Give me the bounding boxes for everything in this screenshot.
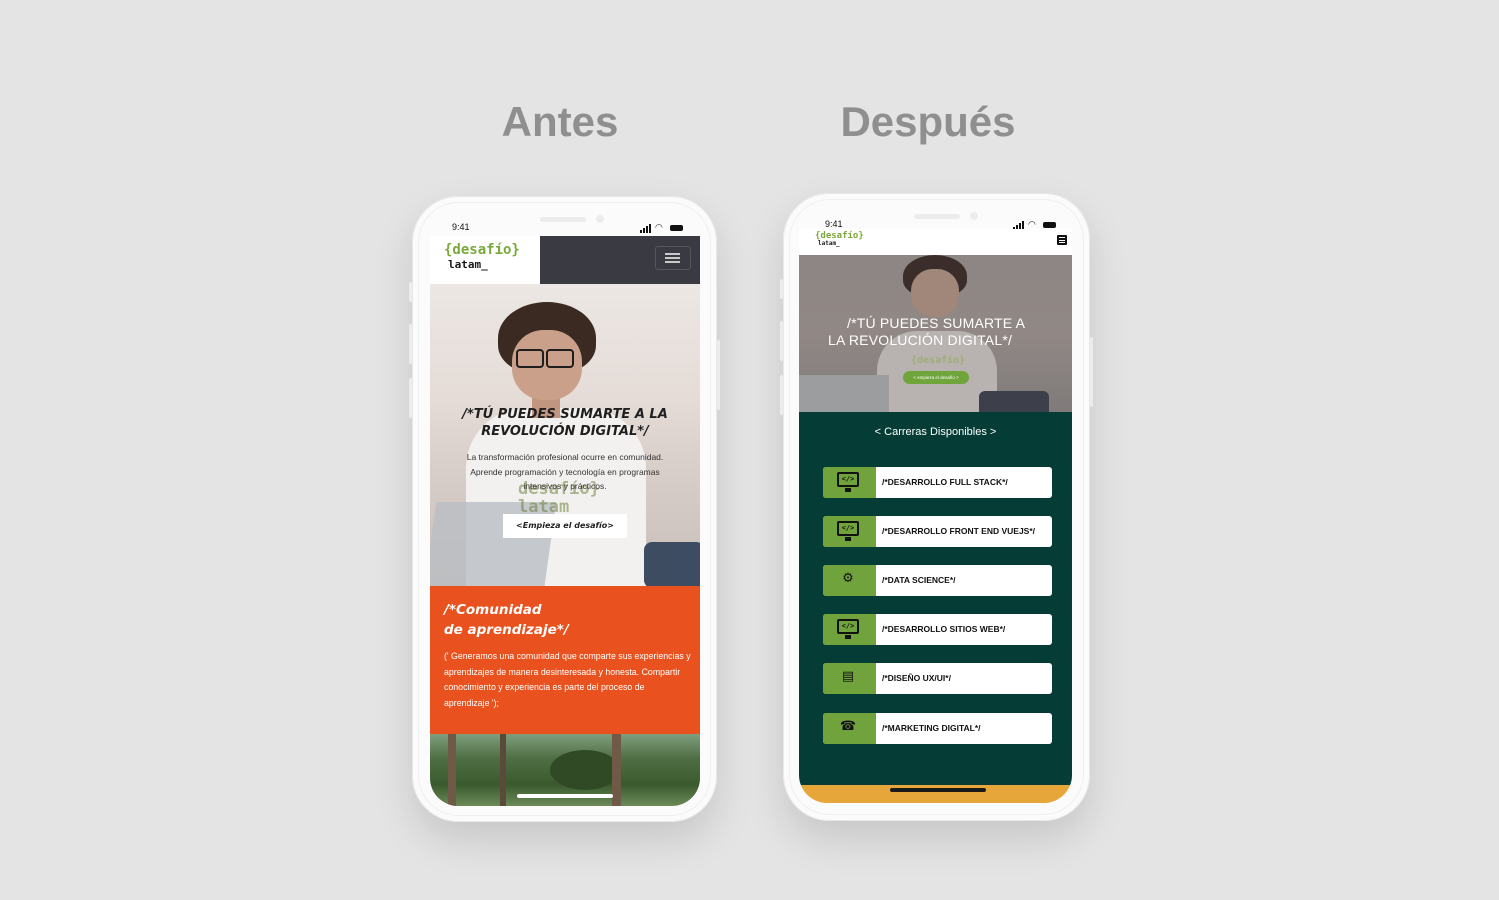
speaker <box>914 214 960 219</box>
career-item-full-stack[interactable]: </> /*DESARROLLO FULL STACK*/ <box>823 467 1052 498</box>
site-header: {desafío} latam_ <box>430 236 700 284</box>
antes-screen: {desafío} latam_ desafío} latam_ /*TÚ PU… <box>430 236 700 806</box>
logo-text-top: {desafío} <box>444 242 520 258</box>
careers-section: < Carreras Disponibles > </> /*DESARROLL… <box>799 412 1072 785</box>
despues-screen: {desafío} /*TÚ PUEDES SUMARTE A LA REVOL… <box>799 251 1072 803</box>
wifi-icon: ◠ <box>1027 219 1037 229</box>
home-indicator[interactable] <box>890 788 986 792</box>
monitor-code-icon: </> <box>823 516 876 547</box>
despues-phone-mockup: 9:41 ◠ {desafío} latam_ {desafío} /*TÚ P… <box>780 193 1093 821</box>
hero-section: desafío} latam_ /*TÚ PUEDES SUMARTE A LA… <box>430 284 700 592</box>
battery-icon <box>1042 222 1056 229</box>
antes-heading: Antes <box>501 98 619 145</box>
start-challenge-button[interactable]: <Empieza el desafío> <box>503 514 627 538</box>
signal-icon <box>640 224 652 233</box>
ux-design-icon: ▤ <box>823 663 876 694</box>
careers-title: < Carreras Disponibles > <box>874 426 997 438</box>
hamburger-menu-icon[interactable] <box>1057 235 1067 245</box>
status-time: 9:41 <box>452 222 470 232</box>
antes-phone-mockup: 9:41 ◠ {desafío} latam_ desafío} latam_ … <box>409 196 720 822</box>
career-item-front-end-vuejs[interactable]: </> /*DESARROLLO FRONT END VUEJS*/ <box>823 516 1052 547</box>
career-item-marketing-digital[interactable]: ☎ /*MARKETING DIGITAL*/ <box>823 713 1052 744</box>
community-title: /*Comunidad de aprendizaje*/ <box>444 602 569 638</box>
despues-heading: Después <box>840 98 1016 145</box>
home-indicator[interactable] <box>517 794 613 798</box>
start-challenge-button[interactable]: < empieza el desafío > <box>903 371 969 384</box>
front-camera <box>596 215 604 223</box>
hero-student-photo <box>911 269 959 317</box>
hero-description: La transformación profesional ocurre en … <box>466 452 664 491</box>
shirt-logo-watermark: {desafío} <box>911 355 966 366</box>
status-icons: ◠ <box>640 222 683 233</box>
monitor-code-icon: </> <box>823 614 876 645</box>
monitor-code-icon: </> <box>823 467 876 498</box>
battery-icon <box>669 225 683 232</box>
front-camera <box>970 212 978 220</box>
career-item-ux-ui[interactable]: ▤ /*DISEÑO UX/UI*/ <box>823 663 1052 694</box>
logo-text-bottom: latam_ <box>818 240 840 247</box>
hero-title: /*TÚ PUEDES SUMARTE A LA REVOLUCIÓN DIGI… <box>828 315 1026 348</box>
hero-title: /*TÚ PUEDES SUMARTE A LA REVOLUCIÓN DIGI… <box>462 407 668 439</box>
logo-text-bottom: latam_ <box>448 258 488 271</box>
community-description: (' Generamos una comunidad que comparte … <box>444 651 691 709</box>
hamburger-menu-button[interactable] <box>655 246 691 270</box>
desafio-logo[interactable]: {desafío} latam_ <box>430 236 540 284</box>
data-science-icon: ⚙ <box>823 565 876 596</box>
hero-section: {desafío} /*TÚ PUEDES SUMARTE A LA REVOL… <box>799 255 1072 421</box>
marketing-phone-icon: ☎ <box>823 713 876 744</box>
speaker <box>540 217 586 222</box>
status-time: 9:41 <box>825 219 843 229</box>
wifi-icon: ◠ <box>654 222 664 232</box>
career-item-data-science[interactable]: ⚙ /*DATA SCIENCE*/ <box>823 565 1052 596</box>
site-header: {desafío} latam_ <box>799 229 1072 251</box>
community-section: /*Comunidad de aprendizaje*/ (' Generamo… <box>430 586 700 734</box>
career-item-sitios-web[interactable]: </> /*DESARROLLO SITIOS WEB*/ <box>823 614 1052 645</box>
